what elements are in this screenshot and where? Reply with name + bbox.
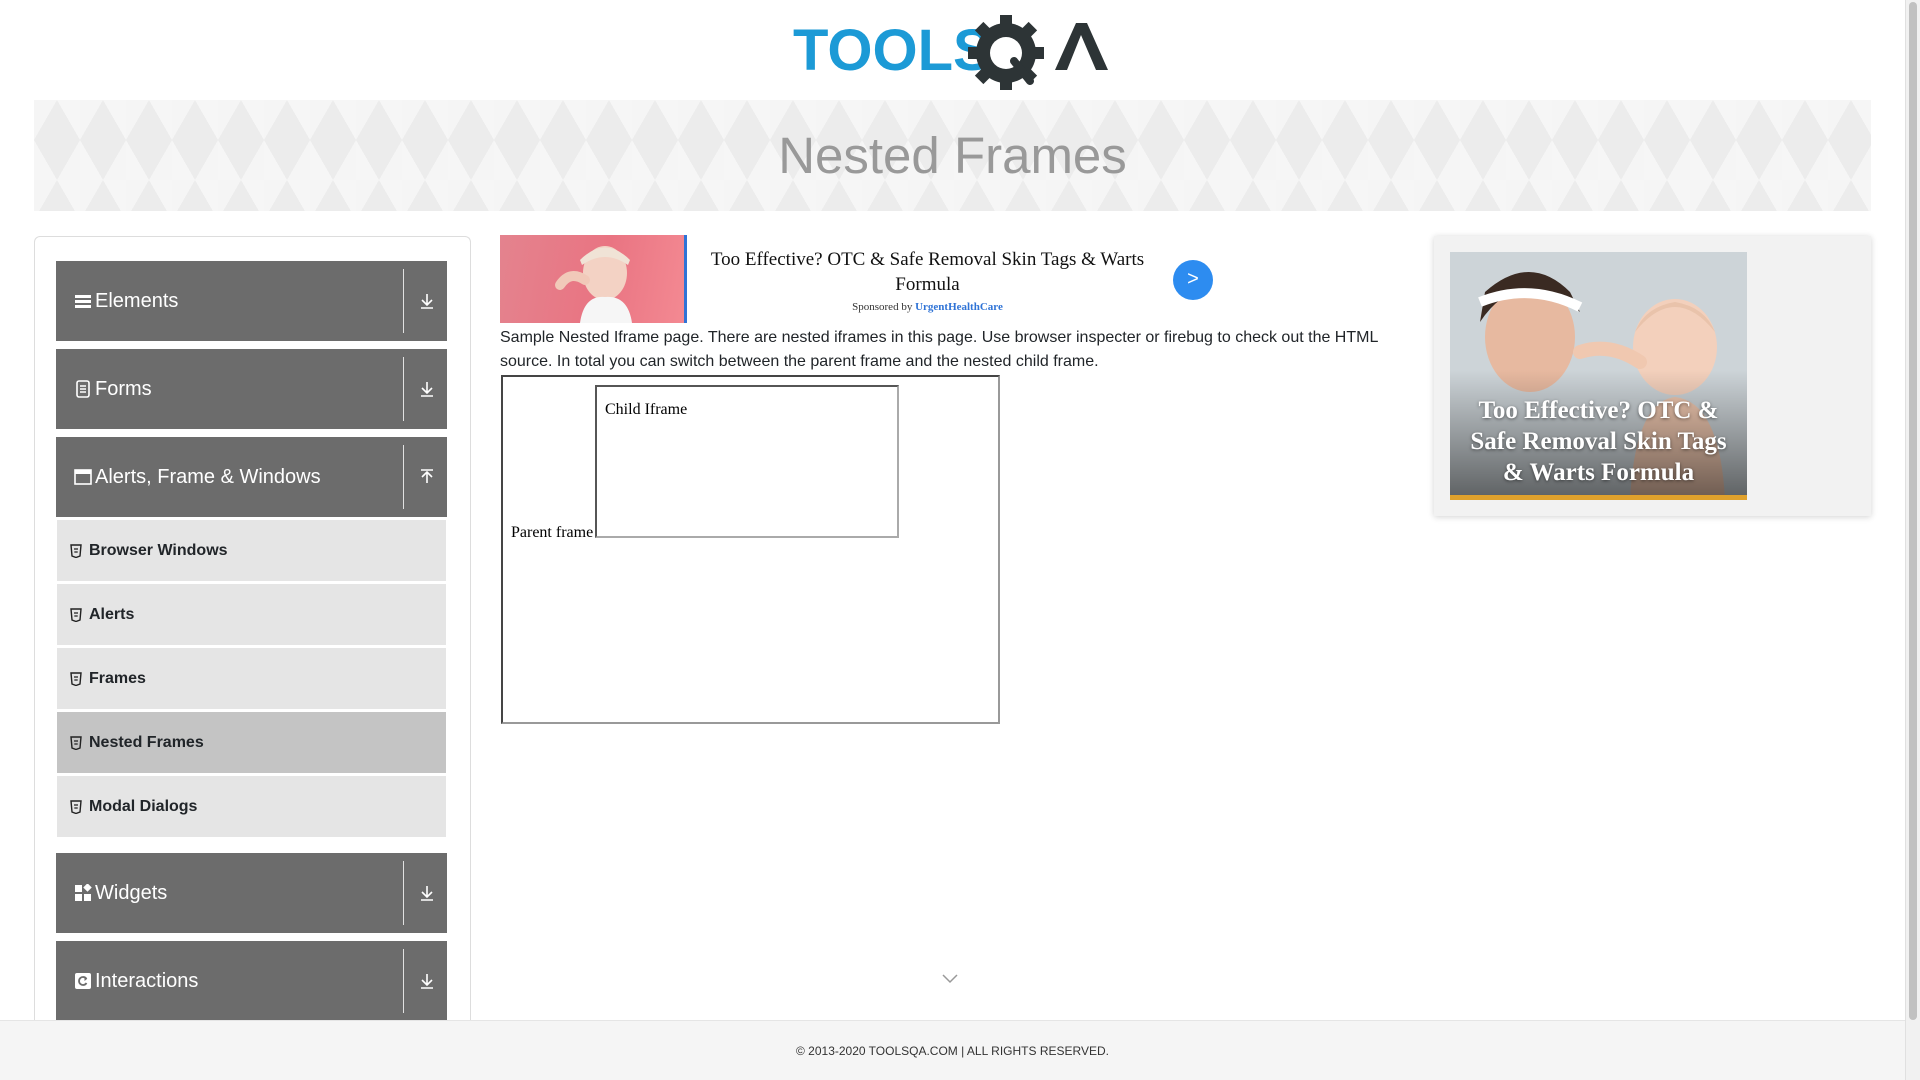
sidebar-item-label: Browser Windows [89, 542, 228, 559]
group-divider [403, 357, 404, 421]
group-divider [403, 949, 404, 1013]
sidebar-item-frames[interactable]: Frames [57, 647, 446, 709]
sidebar-item-modal-dialogs[interactable]: Modal Dialogs [57, 775, 446, 837]
ad-sponsor-line: Sponsored by UrgentHealthCare [690, 301, 1165, 313]
html5-icon [70, 671, 82, 686]
parent-frame-text: Parent frame [511, 524, 594, 541]
arrow-down-icon[interactable] [417, 291, 437, 311]
ad-image[interactable]: Too Effective? OTC & Safe Removal Skin T… [1450, 252, 1747, 500]
logo-text-tools: TOOLS [793, 18, 992, 83]
window-icon [74, 469, 92, 485]
gear-icon [968, 15, 1044, 91]
child-iframe[interactable]: Child Iframe [595, 385, 899, 538]
document-icon [76, 380, 90, 398]
sidebar-group-elements[interactable]: Elements [56, 261, 447, 341]
grid-icon [75, 884, 92, 901]
ad-photo-woman [555, 246, 632, 323]
sidebar: Elements Forms Alerts, Frame & Windows B… [34, 236, 471, 1080]
ad-next-button[interactable]: > [1173, 260, 1213, 300]
sidebar-item-nested-frames[interactable]: Nested Frames [57, 711, 446, 773]
html5-icon [70, 543, 82, 558]
sidebar-item-label: Alerts [89, 606, 135, 623]
page-scrollbar[interactable] [1905, 0, 1920, 1080]
html5-icon [70, 735, 82, 750]
sidebar-group-widgets[interactable]: Widgets [56, 853, 447, 933]
parent-iframe[interactable]: Parent frame Child Iframe [501, 375, 1000, 724]
sidebar-group-label: Elements [95, 290, 179, 312]
arrow-up-icon[interactable] [417, 467, 437, 487]
page-banner: Nested Frames [34, 100, 1871, 211]
page-title: Nested Frames [778, 127, 1127, 184]
sidebar-item-alerts[interactable]: Alerts [57, 583, 446, 645]
list-icon [75, 295, 91, 308]
sidebar-group-interactions[interactable]: Interactions [56, 941, 447, 1021]
sidebar-item-label: Nested Frames [89, 734, 204, 751]
group-divider [403, 269, 404, 333]
footer-copyright: © 2013-2020 TOOLSQA.COM | ALL RIGHTS RES… [796, 1044, 1109, 1058]
refresh-icon [75, 973, 91, 989]
sidebar-ad[interactable]: Too Effective? OTC & Safe Removal Skin T… [1434, 236, 1871, 516]
arrow-down-icon[interactable] [417, 971, 437, 991]
sidebar-group-label: Alerts, Frame & Windows [95, 466, 321, 488]
html5-icon [70, 607, 82, 622]
sponsored-ad-banner[interactable]: Too Effective? OTC & Safe Removal Skin T… [500, 235, 1216, 323]
ad-right-title[interactable]: Too Effective? OTC & Safe Removal Skin T… [1450, 395, 1747, 488]
ad-thumbnail[interactable] [500, 235, 687, 323]
sidebar-group-alerts-frame-windows[interactable]: Alerts, Frame & Windows [56, 437, 447, 517]
sidebar-item-browser-windows[interactable]: Browser Windows [57, 519, 446, 581]
child-frame-text: Child Iframe [605, 401, 688, 418]
page-description: Sample Nested Iframe page. There are nes… [500, 329, 1378, 370]
arrow-down-icon[interactable] [417, 379, 437, 399]
group-divider [403, 445, 404, 509]
group-divider [403, 861, 404, 925]
sidebar-item-label: Frames [89, 670, 146, 687]
html5-icon [70, 799, 82, 814]
ad-sponsored-prefix: Sponsored by [852, 301, 913, 313]
toolsqa-logo[interactable]: TOOLS [793, 15, 1115, 91]
sidebar-group-label: Interactions [95, 970, 199, 992]
sidebar-item-label: Modal Dialogs [89, 798, 198, 815]
sidebar-group-label: Widgets [95, 882, 168, 904]
logo-graphic: TOOLS [793, 15, 1108, 91]
ad-accent-bar [1450, 495, 1747, 500]
arrow-down-icon[interactable] [417, 883, 437, 903]
ad-title[interactable]: Too Effective? OTC & Safe Removal Skin T… [690, 247, 1165, 297]
ad-sponsor-name[interactable]: UrgentHealthCare [915, 301, 1003, 313]
sidebar-group-forms[interactable]: Forms [56, 349, 447, 429]
chevron-down-icon[interactable] [941, 972, 959, 984]
scrollbar-thumb[interactable] [1909, 2, 1917, 1020]
sidebar-group-label: Forms [95, 378, 152, 400]
page-footer: © 2013-2020 TOOLSQA.COM | ALL RIGHTS RES… [0, 1020, 1905, 1080]
ad-thumbnail-accent [684, 235, 687, 323]
